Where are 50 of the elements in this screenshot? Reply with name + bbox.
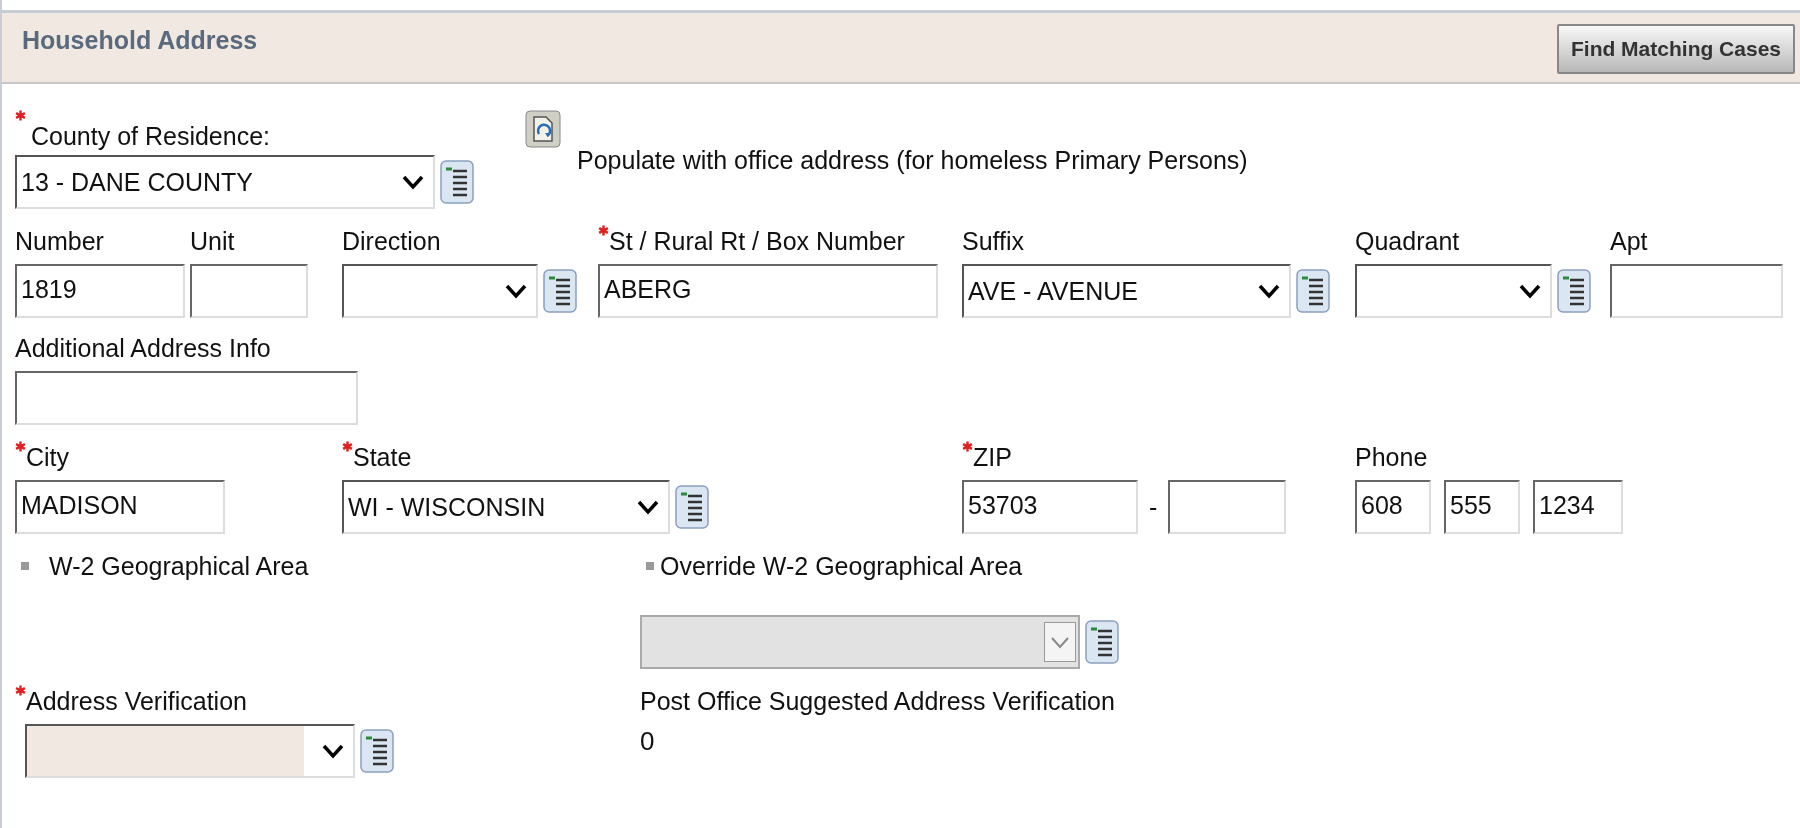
list-icon[interactable] <box>543 269 577 313</box>
field-label: Direction <box>342 226 441 256</box>
list-icon[interactable] <box>1557 269 1591 313</box>
document-refresh-icon[interactable] <box>525 110 561 148</box>
bullet-icon <box>646 562 654 570</box>
dropdown[interactable]: AVE - AVENUE <box>962 264 1291 318</box>
phone-input[interactable]: 608 <box>1355 480 1431 534</box>
populate-label: Populate with office address (for homeless Primary Persons) <box>577 145 1248 175</box>
field-label: Unit <box>190 226 235 256</box>
zip-extension-input[interactable] <box>1168 480 1287 534</box>
list-icon[interactable] <box>1296 269 1330 313</box>
field-label: Address Verification <box>26 686 247 716</box>
dropdown[interactable] <box>1355 264 1552 318</box>
field-label: Apt <box>1610 226 1648 256</box>
field-label: Override W-2 Geographical Area <box>660 551 1023 581</box>
text-input[interactable] <box>1610 264 1783 318</box>
county-dropdown[interactable]: 13 - DANE COUNTY <box>15 155 435 209</box>
dropdown[interactable]: WI - WISCONSIN <box>342 480 670 534</box>
field-label: County of Residence: <box>31 121 271 151</box>
field-label: Number <box>15 226 104 256</box>
field-label: St / Rural Rt / Box Number <box>609 226 905 256</box>
separator-text: - <box>1149 492 1158 522</box>
field-label: ZIP <box>973 442 1012 472</box>
text-input[interactable] <box>190 264 308 318</box>
section-title: Household Address <box>22 26 258 55</box>
find-matching-cases-button[interactable]: Find Matching Cases <box>1556 24 1795 74</box>
zip-input[interactable]: 53703 <box>962 480 1138 534</box>
address-verification-dropdown[interactable] <box>25 724 355 778</box>
verification-value: 0 <box>640 726 656 757</box>
field-label: Phone <box>1355 442 1428 472</box>
field-label: City <box>26 442 70 472</box>
list-icon[interactable] <box>440 160 474 204</box>
text-input[interactable] <box>15 371 358 425</box>
field-label: State <box>353 442 412 472</box>
field-label: Additional Address Info <box>15 333 271 363</box>
field-label: W-2 Geographical Area <box>49 551 309 581</box>
phone-input[interactable]: 1234 <box>1533 480 1623 534</box>
text-input[interactable]: 1819 <box>15 264 185 318</box>
dropdown[interactable] <box>342 264 538 318</box>
field-label: Quadrant <box>1355 226 1460 256</box>
bullet-icon <box>21 562 29 570</box>
list-icon[interactable] <box>360 729 394 773</box>
list-icon[interactable] <box>675 485 709 529</box>
text-input[interactable]: ABERG <box>598 264 938 318</box>
text-input[interactable]: MADISON <box>15 480 225 534</box>
phone-input[interactable]: 555 <box>1444 480 1520 534</box>
field-label: Post Office Suggested Address Verification <box>640 686 1115 716</box>
list-icon[interactable] <box>1085 620 1119 664</box>
chevron-down-icon <box>1044 622 1076 662</box>
field-label: Suffix <box>962 226 1025 256</box>
